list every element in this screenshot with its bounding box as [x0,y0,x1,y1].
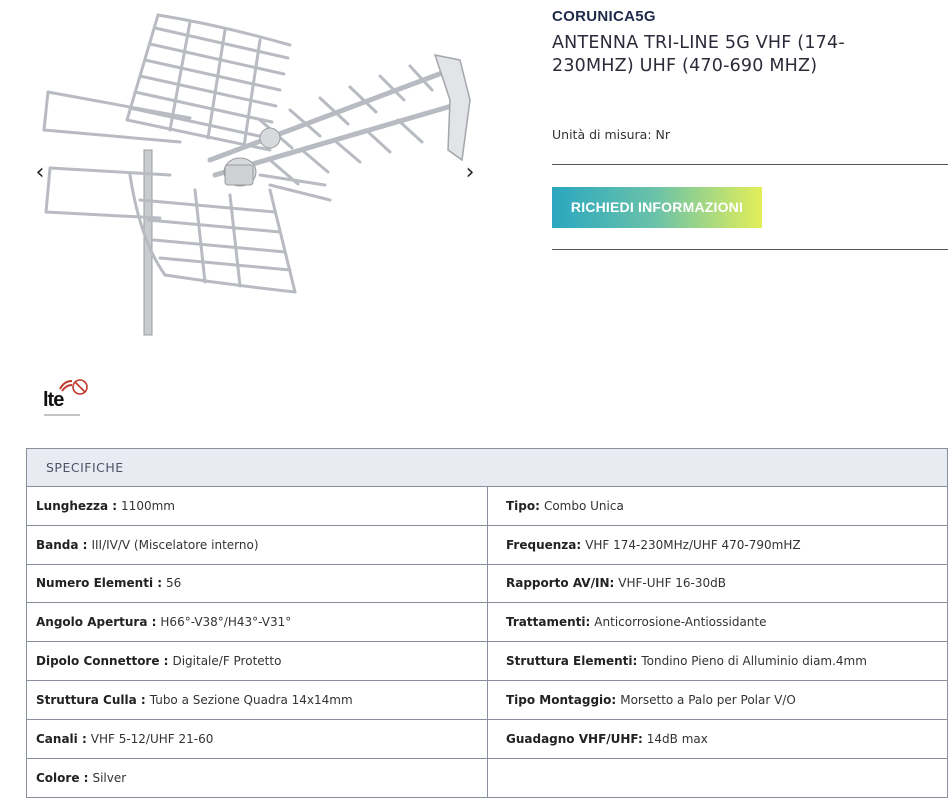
spec-key: Lunghezza : [36,498,118,513]
spec-cell: Struttura Culla : Tubo a Sezione Quadra 1… [27,680,488,719]
spec-cell: Frequenza: VHF 174-230MHz/UHF 470-790mHZ [488,526,947,564]
spec-cell: Banda : III/IV/V (Miscelatore interno) [27,525,488,564]
product-brand: CORUNICA5G [552,8,656,25]
spec-cell: Tipo: Combo Unica [488,487,947,525]
spec-row: Canali : VHF 5-12/UHF 21-60 Guadagno VHF/… [27,719,947,759]
lte-logo: lte [40,375,92,419]
spec-key: Colore : [36,770,89,785]
spec-key: Frequenza: [506,537,582,552]
spec-cell: Colore : Silver [27,758,488,798]
specs-heading: SPECIFICHE [27,449,947,487]
spec-row: Numero Elementi :56 Rapporto AV/IN: VHF-U… [27,564,947,604]
spec-key: Guadagno VHF/UHF: [506,731,643,746]
spec-key: Struttura Culla : [36,692,146,707]
product-gallery: ‹ › [30,0,485,345]
spec-cell: Tipo Montaggio: Morsetto a Palo per Polar… [488,681,947,719]
spec-value: Tondino Pieno di Alluminio diam.4mm [641,654,867,669]
spec-key: Angolo Apertura : [36,615,157,630]
spec-cell: Rapporto AV/IN: VHF-UHF 16-30dB [488,565,947,603]
spec-value: III/IV/V (Miscelatore interno) [91,537,259,552]
spec-value: Silver [92,770,127,785]
spec-key: Banda : [36,537,88,552]
chevron-left-icon: ‹ [35,159,45,185]
gallery-prev-button[interactable]: ‹ [30,158,50,186]
spec-value: Combo Unica [543,498,624,513]
spec-value: Morsetto a Palo per Polar V/O [620,692,796,707]
spec-value: 56 [166,576,182,591]
spec-cell: Lunghezza :1100mm [27,487,488,525]
gallery-next-button[interactable]: › [460,158,480,186]
spec-key: Dipolo Connettore : [36,654,169,669]
spec-cell [488,759,947,798]
spec-cell: Guadagno VHF/UHF: 14dB max [488,720,947,758]
spec-value: Tubo a Sezione Quadra 14x14mm [149,692,353,707]
lte-logo-text: lte [43,389,64,411]
divider [552,164,948,165]
spec-key: Rapporto AV/IN: [506,576,615,591]
specs-table: SPECIFICHE Lunghezza :1100mm Tipo: Combo … [26,448,948,799]
spec-row: Dipolo Connettore : Digitale/F Protetto S… [27,642,947,681]
spec-cell: Trattamenti: Anticorrosione-Antiossidante [488,603,947,641]
spec-cell: Angolo Apertura : H66°-V38°/H43°-V31° [27,603,488,642]
product-title: ANTENNA TRI-LINE 5G VHF (174-230MHZ) UHF… [552,33,845,76]
spec-key: Canali : [36,731,87,746]
spec-key: Tipo Montaggio: [506,692,617,707]
spec-row: Banda : III/IV/V (Miscelatore interno) Fr… [27,525,947,565]
spec-row: Lunghezza :1100mm Tipo: Combo Unica [27,487,947,526]
spec-value: H66°-V38°/H43°-V31° [160,615,292,630]
chevron-right-icon: › [465,159,475,185]
spec-value: 1100mm [121,498,175,513]
spec-key: Numero Elementi : [36,576,163,591]
spec-row: Colore : Silver [27,758,947,798]
spec-cell: Canali : VHF 5-12/UHF 21-60 [27,719,488,758]
spec-value: VHF 5-12/UHF 21-60 [90,731,214,746]
spec-cell: Dipolo Connettore : Digitale/F Protetto [27,642,488,680]
spec-row: Struttura Culla : Tubo a Sezione Quadra 1… [27,680,947,720]
spec-value: 14dB max [646,731,708,746]
spec-row: Angolo Apertura : H66°-V38°/H43°-V31° Tra… [27,603,947,643]
spec-value: Digitale/F Protetto [172,654,282,669]
spec-key: Tipo: [506,498,540,513]
spec-key: Struttura Elementi: [506,654,638,669]
spec-value: VHF 174-230MHz/UHF 470-790mHZ [585,537,801,552]
antenna-image [42,13,471,336]
spec-value: Anticorrosione-Antiossidante [594,615,767,630]
spec-cell: Numero Elementi :56 [27,564,488,603]
divider [552,249,948,250]
spec-value: VHF-UHF 16-30dB [618,576,727,591]
spec-cell: Struttura Elementi: Tondino Pieno di Allu… [488,642,947,680]
request-info-button[interactable]: RICHIEDI INFORMAZIONI [552,187,762,228]
unit-of-measure: Unità di misura: Nr [552,127,671,142]
spec-key: Trattamenti: [506,615,591,630]
